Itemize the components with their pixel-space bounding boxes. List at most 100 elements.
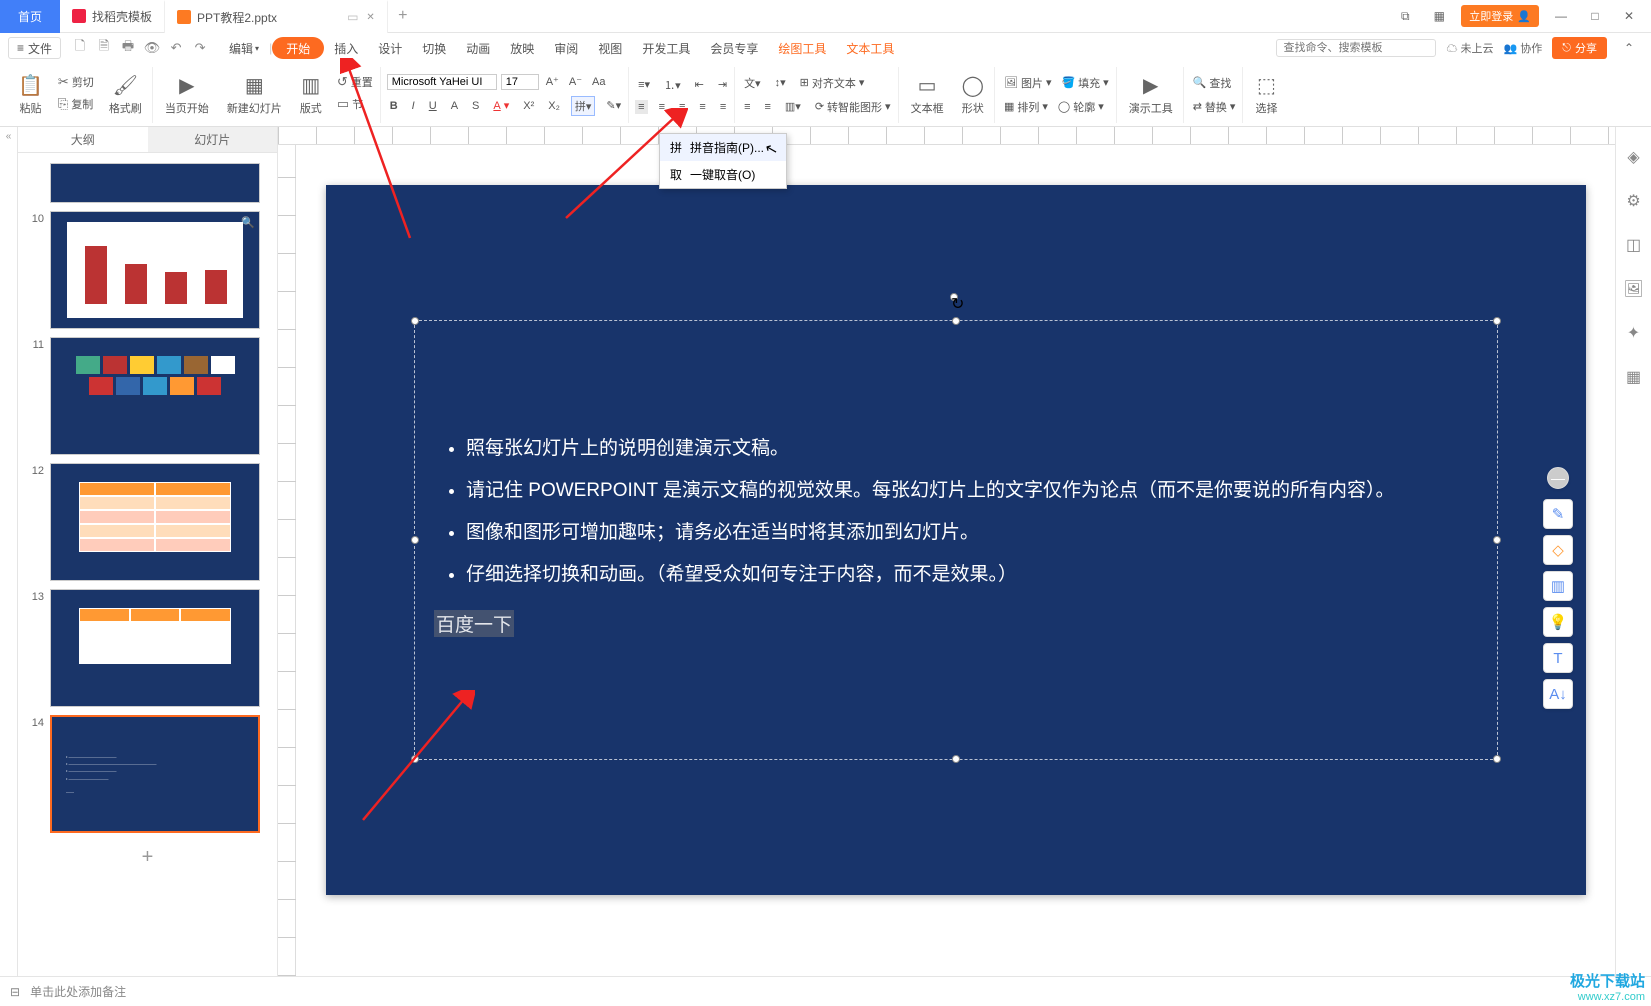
indent-inc-icon[interactable]: ⇥ [715, 77, 730, 92]
menu-file[interactable]: ≡文件 [8, 37, 61, 59]
canvas-scroll[interactable]: ↻ 照每张幻灯片上的说明创建演示文稿。 请记住 POWERPOINT 是演示文稿… [296, 145, 1615, 976]
shadow-icon[interactable]: A [448, 99, 461, 113]
menu-insert[interactable]: 插入 [324, 33, 368, 63]
shape-button[interactable]: ◯形状 [956, 73, 990, 116]
underline-icon[interactable]: U [426, 99, 440, 113]
align-center-icon[interactable]: ≡ [656, 100, 668, 114]
thumb-14[interactable]: • ————————————• ——————————————————————• … [50, 715, 260, 833]
cut-button[interactable]: ✂剪切 [55, 73, 97, 91]
change-case-icon[interactable]: Aa [589, 75, 608, 89]
qat-redo-icon[interactable]: ↷ [191, 39, 209, 57]
tab-document[interactable]: PPT教程2.pptx ▭ ✕ [164, 0, 388, 33]
qat-preview-icon[interactable]: 👁 [143, 39, 161, 57]
copy-button[interactable]: ⎘复制 [55, 95, 97, 113]
align-text-button[interactable]: ⊞ 对齐文本▾ [797, 74, 868, 92]
notes-placeholder[interactable]: 单击此处添加备注 [30, 983, 126, 1000]
sidebar-anim-icon[interactable]: ✦ [1627, 323, 1640, 343]
menu-start[interactable]: 开始 [272, 37, 324, 59]
handle-tl[interactable] [411, 317, 419, 325]
layout-icon[interactable]: ⧉ [1393, 4, 1417, 28]
sidebar-settings-icon[interactable]: ⚙ [1626, 191, 1640, 211]
picture-button[interactable]: 🖼 图片▾ [1001, 74, 1055, 92]
collapse-left-icon[interactable]: « [0, 127, 18, 976]
font-color-icon[interactable]: A▾ [490, 98, 512, 113]
superscript-icon[interactable]: X² [520, 99, 537, 113]
tool-text-icon[interactable]: T [1543, 643, 1573, 673]
columns-icon[interactable]: ▥▾ [782, 99, 804, 114]
line-spacing-icon[interactable]: ↕▾ [772, 75, 789, 90]
qat-save-icon[interactable]: 🗋 [71, 39, 89, 57]
menu-view[interactable]: 视图 [588, 33, 632, 63]
tool-shape-icon[interactable]: ◇ [1543, 535, 1573, 565]
cloud-status[interactable]: ☁ 未上云 [1446, 40, 1493, 56]
new-slide-button[interactable]: ▦新建幻灯片 [221, 73, 288, 116]
menu-animation[interactable]: 动画 [456, 33, 500, 63]
spacing2-icon[interactable]: ≡ [761, 100, 773, 114]
selected-text[interactable]: 百度一下 [434, 610, 514, 637]
reset-button[interactable]: ↺重置 [334, 73, 376, 91]
handle-tm[interactable] [952, 317, 960, 325]
select-button[interactable]: ⬚选择 [1249, 73, 1283, 116]
maximize-button[interactable]: □ [1583, 4, 1607, 28]
bold-icon[interactable]: B [387, 99, 401, 113]
align-right-icon[interactable]: ≡ [676, 100, 688, 114]
sidebar-diamond-icon[interactable]: ◈ [1627, 147, 1639, 167]
font-name-combo[interactable] [387, 74, 497, 90]
section-button[interactable]: ▭节 [334, 95, 376, 113]
sidebar-object-icon[interactable]: ◫ [1626, 235, 1641, 255]
search-command-input[interactable] [1276, 39, 1436, 57]
share-button[interactable]: ⎋ 分享 [1552, 37, 1607, 59]
outline-button[interactable]: ◯ 轮廓▾ [1055, 98, 1107, 116]
paste-button[interactable]: 📋粘贴 [12, 73, 49, 116]
menu-slideshow[interactable]: 放映 [500, 33, 544, 63]
menu-transition[interactable]: 切换 [412, 33, 456, 63]
layout-button[interactable]: ▥版式 [294, 73, 328, 116]
slide-canvas[interactable]: ↻ 照每张幻灯片上的说明创建演示文稿。 请记住 POWERPOINT 是演示文稿… [326, 185, 1586, 895]
thumb-10[interactable]: 🔍 [50, 211, 260, 329]
subscript-icon[interactable]: X₂ [545, 99, 563, 113]
qat-print-icon[interactable]: 🖶 [119, 39, 137, 57]
qat-saveas-icon[interactable]: 🗎 [95, 39, 113, 57]
handle-tr[interactable] [1493, 317, 1501, 325]
tool-idea-icon[interactable]: 💡 [1543, 607, 1573, 637]
tool-pen-icon[interactable]: ✎ [1543, 499, 1573, 529]
login-button[interactable]: 立即登录👤 [1461, 5, 1539, 27]
apps-icon[interactable]: ▦ [1427, 4, 1451, 28]
collab-button[interactable]: 👥 协作 [1504, 40, 1543, 56]
ribbon-collapse-icon[interactable]: ⌃ [1617, 36, 1641, 60]
menu-text-tools[interactable]: 文本工具 [836, 33, 904, 63]
menu-design[interactable]: 设计 [368, 33, 412, 63]
arrange-button[interactable]: ▦ 排列▾ [1001, 98, 1051, 116]
bullets-icon[interactable]: ≡▾ [635, 77, 653, 92]
tool-layout-icon[interactable]: ▥ [1543, 571, 1573, 601]
add-slide-button[interactable]: + [18, 837, 277, 877]
handle-br[interactable] [1493, 755, 1501, 763]
font-size-combo[interactable] [501, 74, 539, 90]
sidebar-layout-icon[interactable]: ▦ [1626, 367, 1641, 387]
textbox-button[interactable]: ▭文本框 [905, 73, 950, 116]
text-direction-icon[interactable]: 文▾ [741, 74, 764, 92]
thumb-12[interactable] [50, 463, 260, 581]
panel-tab-slides[interactable]: 幻灯片 [148, 127, 278, 152]
menu-member[interactable]: 会员专享 [700, 33, 768, 63]
menu-edit[interactable]: 编辑▾ [219, 33, 269, 63]
menu-draw-tools[interactable]: 绘图工具 [768, 33, 836, 63]
zoom-icon[interactable]: 🔍 [241, 216, 255, 229]
handle-ml[interactable] [411, 536, 419, 544]
panel-tab-outline[interactable]: 大纲 [18, 127, 148, 152]
rotate-handle[interactable]: ↻ [950, 293, 958, 301]
spacing1-icon[interactable]: ≡ [741, 100, 753, 114]
handle-bm[interactable] [952, 755, 960, 763]
menu-review[interactable]: 审阅 [544, 33, 588, 63]
sidebar-image-icon[interactable]: 🖼 [1623, 279, 1643, 299]
thumb-11[interactable] [50, 337, 260, 455]
find-button[interactable]: 🔍 查找 [1190, 74, 1239, 92]
from-current-button[interactable]: ▶当页开始 [159, 73, 215, 116]
align-dist-icon[interactable]: ≡ [717, 100, 729, 114]
italic-icon[interactable]: I [409, 99, 418, 113]
smart-art-button[interactable]: ⟳ 转智能图形▾ [812, 98, 894, 116]
demo-tools-button[interactable]: ▶演示工具 [1123, 73, 1179, 116]
tab-menu-icon[interactable]: ▭ [347, 10, 358, 24]
menu-dev[interactable]: 开发工具 [632, 33, 700, 63]
collapse-tools-icon[interactable]: — [1547, 467, 1569, 489]
